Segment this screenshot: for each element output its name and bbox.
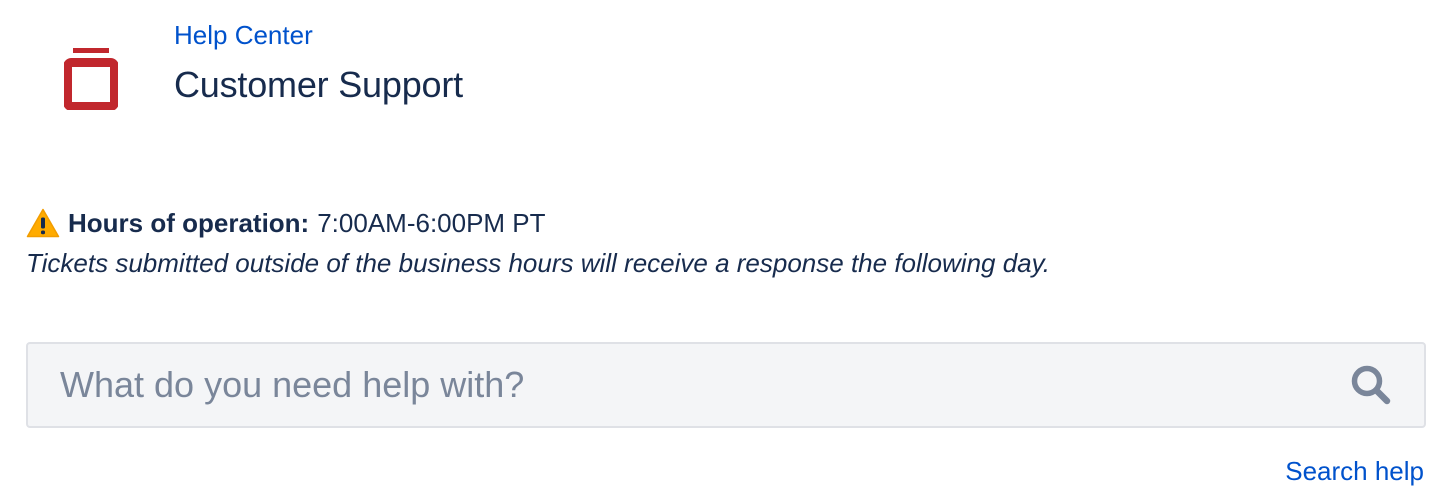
warning-icon — [26, 208, 60, 238]
hours-line: Hours of operation: 7:00AM-6:00PM PT — [26, 205, 1426, 241]
help-center-page: Help Center Customer Support Hours of op… — [0, 0, 1448, 500]
after-hours-message: Tickets submitted outside of the busines… — [26, 248, 1050, 278]
search-box — [26, 342, 1426, 428]
search-help-link[interactable]: Search help — [1285, 455, 1424, 487]
search-input[interactable] — [28, 344, 1348, 426]
portal-logo-icon — [64, 48, 118, 110]
hours-label: Hours of operation: — [68, 208, 310, 238]
hours-notice: Hours of operation: 7:00AM-6:00PM PT Tic… — [26, 205, 1426, 281]
page-title: Customer Support — [174, 64, 463, 105]
search-icon[interactable] — [1348, 362, 1394, 408]
hours-value: 7:00AM-6:00PM PT — [317, 208, 546, 238]
breadcrumb-help-center[interactable]: Help Center — [174, 19, 313, 51]
